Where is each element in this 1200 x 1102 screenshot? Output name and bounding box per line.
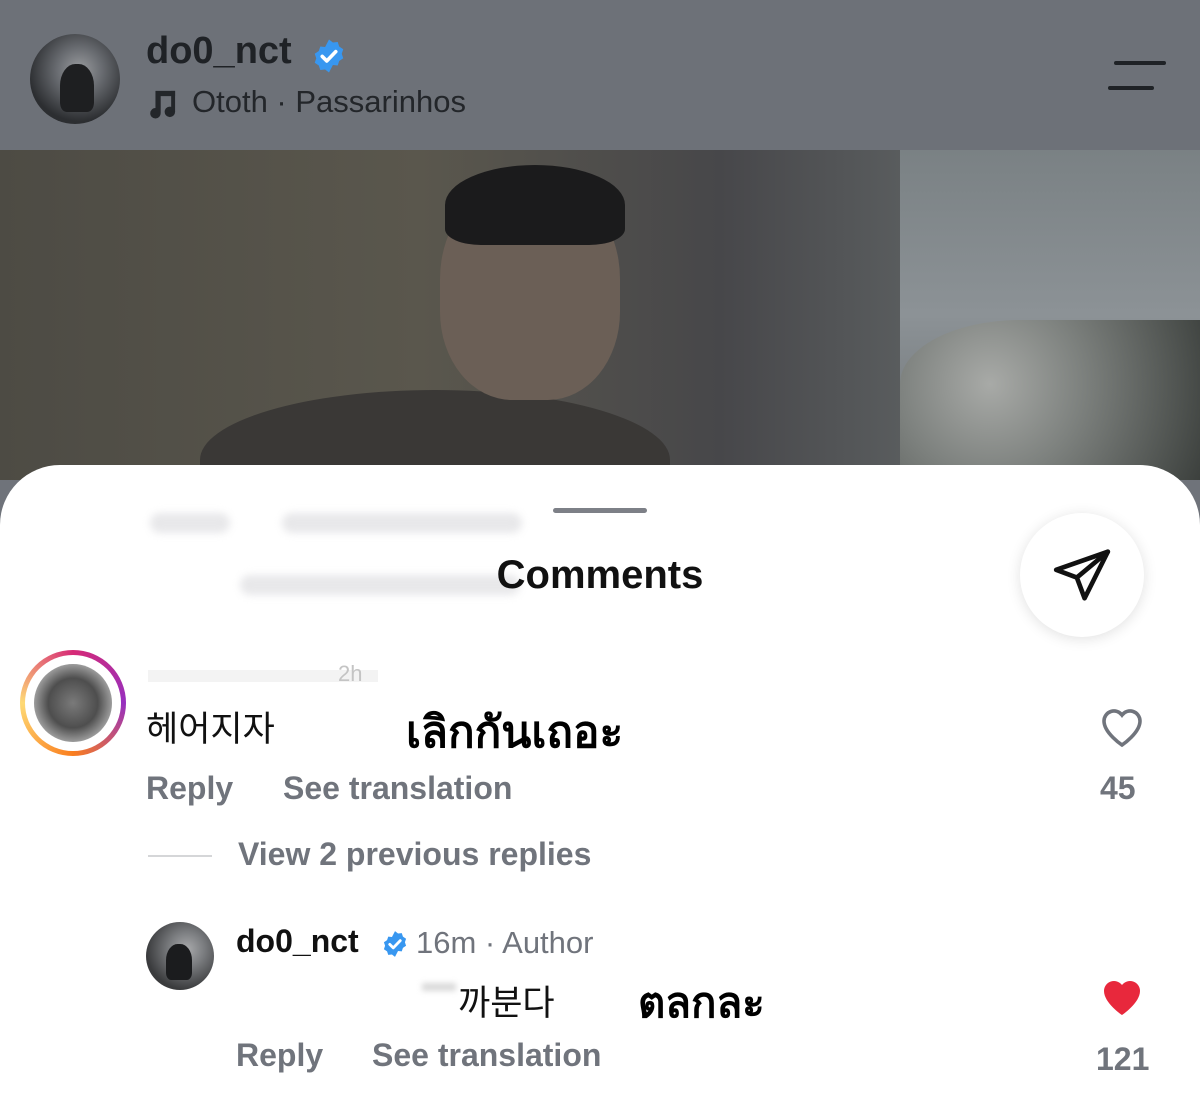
- view-replies-button[interactable]: View 2 previous replies: [238, 836, 591, 873]
- drag-handle[interactable]: [553, 508, 647, 513]
- translation-overlay: เลิกกันเถอะ: [406, 707, 624, 758]
- verified-badge-icon: [314, 39, 344, 73]
- post-header: do0_nct Ototh · Passarinhos: [0, 0, 1200, 150]
- heart-filled-icon[interactable]: [1098, 973, 1146, 1019]
- translation-overlay: ตลกละ: [638, 978, 765, 1027]
- audio-track[interactable]: Ototh · Passarinhos: [192, 84, 466, 120]
- reply-username[interactable]: do0_nct: [236, 923, 359, 960]
- post-username[interactable]: do0_nct: [146, 30, 292, 73]
- see-translation-button[interactable]: See translation: [283, 770, 512, 807]
- comment-text: 헤어지자: [146, 710, 275, 749]
- menu-icon[interactable]: [1108, 58, 1168, 94]
- verified-badge-icon: [383, 931, 407, 957]
- reply-button[interactable]: Reply: [146, 770, 233, 807]
- commenter-avatar[interactable]: [20, 650, 126, 756]
- share-send-icon: [1053, 549, 1111, 601]
- replies-divider: [148, 855, 212, 857]
- blurred-text: [282, 513, 522, 533]
- music-note-icon: [150, 90, 176, 119]
- post-photo: [0, 150, 1200, 480]
- reply-avatar[interactable]: [146, 922, 214, 990]
- comments-sheet: Comments 2h 헤어지자 เลิกกันเถอะ Reply See t…: [0, 465, 1200, 1102]
- see-translation-button[interactable]: See translation: [372, 1037, 601, 1074]
- profile-avatar[interactable]: [30, 34, 120, 124]
- reply-button[interactable]: Reply: [236, 1037, 323, 1074]
- heart-outline-icon[interactable]: [1098, 703, 1146, 749]
- reply-text: 까분다: [458, 984, 555, 1023]
- reply-meta: 16m · Author: [416, 925, 594, 960]
- blurred-text: [150, 513, 230, 533]
- redacted-text: [422, 983, 456, 991]
- like-count: 45: [1100, 770, 1136, 806]
- like-count: 121: [1096, 1041, 1150, 1077]
- share-button[interactable]: [1020, 513, 1144, 637]
- comment-time: 2h: [338, 661, 363, 686]
